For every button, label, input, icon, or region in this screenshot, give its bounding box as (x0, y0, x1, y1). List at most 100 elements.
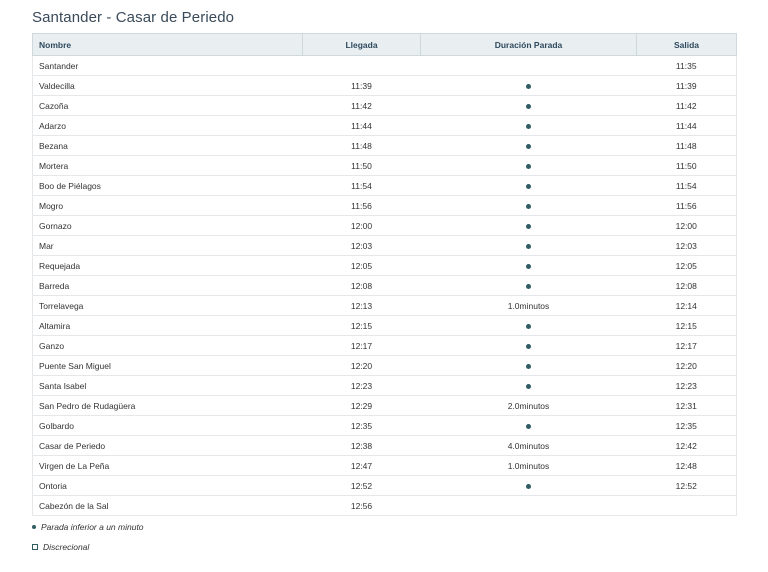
departure-time: 11:50 (636, 155, 737, 176)
stop-duration (420, 135, 637, 156)
table-row: Barreda 12:08 12:08 (32, 275, 737, 296)
stop-duration (420, 215, 637, 236)
dot-icon (526, 243, 531, 249)
departure-time: 12:05 (636, 255, 737, 276)
table-row: Bezana 11:48 11:48 (32, 135, 737, 156)
departure-time: 12:15 (636, 315, 737, 336)
header-arrival: Llegada (302, 33, 421, 56)
table-row: San Pedro de Rudagüera 12:29 2.0minutos 12:… (32, 395, 737, 416)
dot-icon (526, 483, 531, 489)
stop-duration (420, 475, 637, 496)
departure-time: 12:42 (636, 435, 737, 456)
arrival-time: 11:56 (302, 195, 421, 216)
arrival-time: 12:00 (302, 215, 421, 236)
station-name: Requejada (32, 255, 303, 276)
header-duration: Duración Parada (420, 33, 637, 56)
legend-dot-label: Parada inferior a un minuto (41, 522, 144, 532)
stop-duration: 1.0minutos (420, 455, 637, 476)
departure-time: 12:23 (636, 375, 737, 396)
table-row: Ontoria 12:52 12:52 (32, 475, 737, 496)
station-name: San Pedro de Rudagüera (32, 395, 303, 416)
dot-icon (32, 525, 36, 529)
header-name: Nombre (32, 33, 303, 56)
table-row: Mogro 11:56 11:56 (32, 195, 737, 216)
station-name: Boo de Piélagos (32, 175, 303, 196)
dot-icon (526, 83, 531, 89)
station-name: Santa Isabel (32, 375, 303, 396)
departure-time: 12:35 (636, 415, 737, 436)
arrival-time: 12:13 (302, 295, 421, 316)
table-row: Mortera 11:50 11:50 (32, 155, 737, 176)
stop-duration (420, 375, 637, 396)
stop-duration (420, 275, 637, 296)
departure-time: 12:08 (636, 275, 737, 296)
table-row: Santa Isabel 12:23 12:23 (32, 375, 737, 396)
station-name: Gornazo (32, 215, 303, 236)
legend-dot-item: Parada inferior a un minuto (32, 522, 144, 532)
arrival-time: 12:08 (302, 275, 421, 296)
station-name: Valdecilla (32, 75, 303, 96)
station-name: Virgen de La Peña (32, 455, 303, 476)
station-name: Torrelavega (32, 295, 303, 316)
departure-time: 11:35 (636, 55, 737, 76)
dot-icon (526, 383, 531, 389)
departure-time: 11:42 (636, 95, 737, 116)
station-name: Bezana (32, 135, 303, 156)
arrival-time: 12:56 (302, 495, 421, 516)
stop-duration (420, 55, 637, 76)
stop-duration (420, 95, 637, 116)
stop-duration (420, 335, 637, 356)
stop-duration (420, 415, 637, 436)
page-title: Santander - Casar de Periedo (32, 9, 235, 26)
departure-time: 12:48 (636, 455, 737, 476)
departure-time: 11:56 (636, 195, 737, 216)
table-row: Requejada 12:05 12:05 (32, 255, 737, 276)
arrival-time: 12:15 (302, 315, 421, 336)
arrival-time: 11:48 (302, 135, 421, 156)
stop-duration: 1.0minutos (420, 295, 637, 316)
table-row: Virgen de La Peña 12:47 1.0minutos 12:48 (32, 455, 737, 476)
dot-icon (526, 183, 531, 189)
legend-square-item: Discrecional (32, 542, 89, 552)
station-name: Santander (32, 55, 303, 76)
arrival-time: 12:35 (302, 415, 421, 436)
table-body: Santander 11:35 Valdecilla 11:39 11:39 Cazoña… (32, 55, 737, 516)
station-name: Cabezón de la Sal (32, 495, 303, 516)
station-name: Mogro (32, 195, 303, 216)
arrival-time: 11:39 (302, 75, 421, 96)
stop-duration (420, 115, 637, 136)
stop-duration (420, 495, 637, 516)
stop-duration (420, 155, 637, 176)
station-name: Ganzo (32, 335, 303, 356)
dot-icon (526, 343, 531, 349)
station-name: Mar (32, 235, 303, 256)
arrival-time: 12:23 (302, 375, 421, 396)
dot-icon (526, 363, 531, 369)
dot-icon (526, 223, 531, 229)
stop-duration (420, 235, 637, 256)
arrival-time: 12:03 (302, 235, 421, 256)
departure-time: 12:20 (636, 355, 737, 376)
table-header-row: Nombre Llegada Duración Parada Salida (32, 33, 737, 56)
dot-icon (526, 143, 531, 149)
header-departure: Salida (636, 33, 737, 56)
arrival-time: 12:52 (302, 475, 421, 496)
departure-time: 12:14 (636, 295, 737, 316)
station-name: Puente San Miguel (32, 355, 303, 376)
station-name: Casar de Periedo (32, 435, 303, 456)
table-row: Golbardo 12:35 12:35 (32, 415, 737, 436)
departure-time: 12:00 (636, 215, 737, 236)
table-row: Mar 12:03 12:03 (32, 235, 737, 256)
table-row: Ganzo 12:17 12:17 (32, 335, 737, 356)
station-name: Mortera (32, 155, 303, 176)
arrival-time: 11:50 (302, 155, 421, 176)
arrival-time: 12:20 (302, 355, 421, 376)
dot-icon (526, 163, 531, 169)
departure-time (636, 495, 737, 516)
stop-duration (420, 175, 637, 196)
station-name: Altamira (32, 315, 303, 336)
dot-icon (526, 423, 531, 429)
arrival-time: 12:05 (302, 255, 421, 276)
departure-time: 11:44 (636, 115, 737, 136)
station-name: Adarzo (32, 115, 303, 136)
